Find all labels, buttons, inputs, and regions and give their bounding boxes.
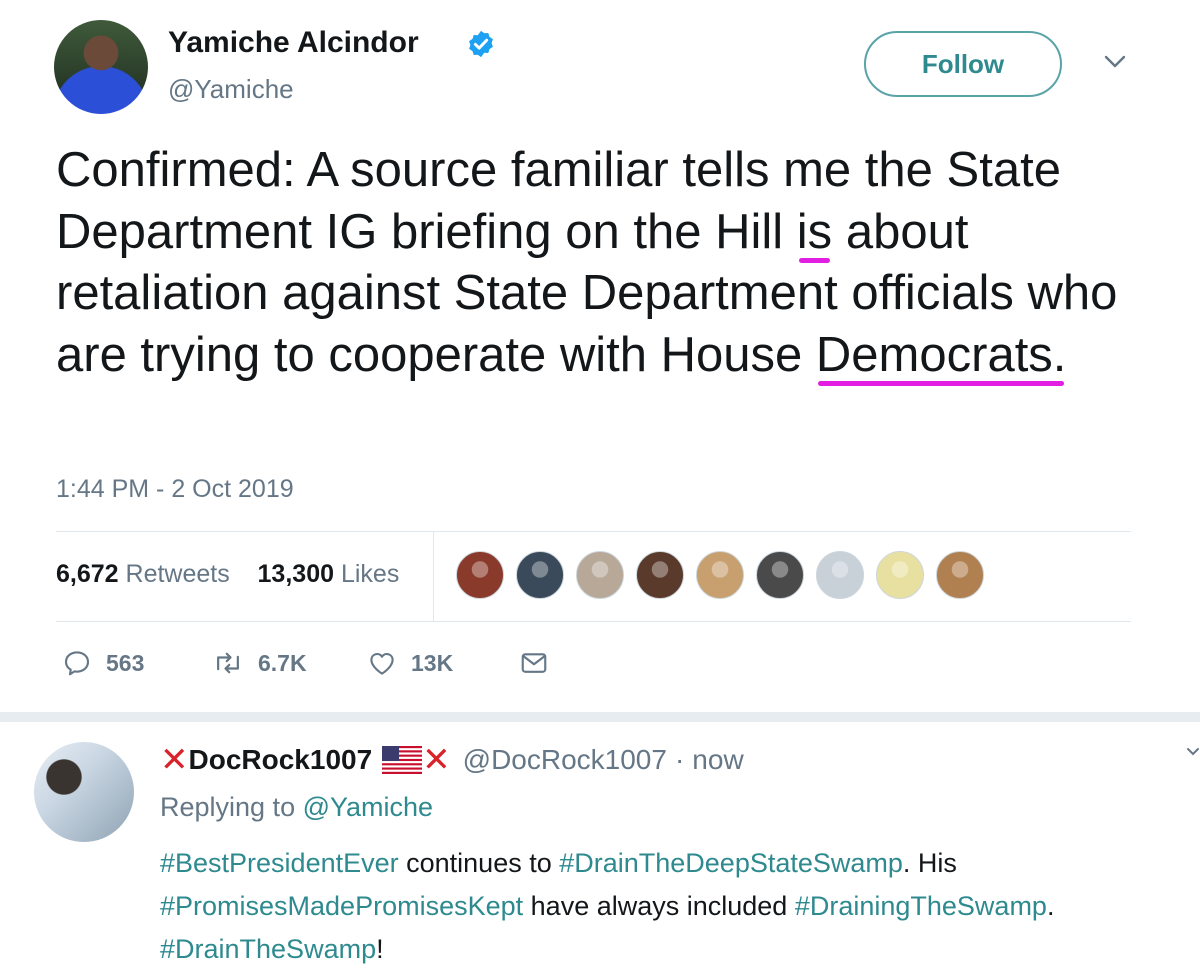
divider xyxy=(56,621,1131,622)
reply-text-segment: ! xyxy=(376,934,384,964)
author-avatar[interactable] xyxy=(54,20,148,114)
retweet-action[interactable]: 6.7K xyxy=(212,648,367,678)
liker-avatar[interactable] xyxy=(516,551,564,599)
reply-text-segment: have always included xyxy=(523,891,795,921)
reply-text-segment: continues to xyxy=(398,848,560,878)
likes-count: 13,300 xyxy=(257,560,334,588)
reply-icon xyxy=(64,651,90,676)
retweet-count: 6.7K xyxy=(258,649,307,676)
retweets-stat[interactable]: 6,672 Retweets xyxy=(56,560,230,588)
liker-avatar[interactable] xyxy=(816,551,864,599)
retweets-label: Retweets xyxy=(125,560,230,588)
liker-avatars xyxy=(456,551,984,601)
chevron-down-icon[interactable] xyxy=(1186,745,1200,759)
follow-button[interactable]: Follow xyxy=(864,31,1062,97)
author-name[interactable]: Yamiche Alcindor xyxy=(168,26,419,60)
red-x-icon: ✕ xyxy=(160,741,189,779)
heart-icon xyxy=(370,652,394,675)
hashtag-link[interactable]: #BestPresidentEver xyxy=(160,848,399,878)
hashtag-link[interactable]: #DrainTheDeepStateSwamp xyxy=(559,848,903,878)
like-action[interactable]: 13K xyxy=(367,648,519,678)
reply-author-avatar[interactable] xyxy=(34,742,134,842)
liker-avatar[interactable] xyxy=(756,551,804,599)
stats-divider xyxy=(433,531,434,621)
highlighted-text: Democrats. xyxy=(815,327,1067,382)
separator-dot: · xyxy=(674,744,685,775)
replying-to: Replying to @Yamiche xyxy=(160,792,433,823)
liker-avatar[interactable] xyxy=(936,551,984,599)
chevron-down-icon[interactable] xyxy=(1100,52,1130,72)
reply-author-name[interactable]: DocRock1007 xyxy=(189,744,373,776)
tweet-text-segment: on the Hill xyxy=(551,204,797,259)
retweet-icon xyxy=(217,652,239,674)
tweet-text: Confirmed: A source familiar tells me th… xyxy=(56,140,1146,386)
author-handle[interactable]: @Yamiche xyxy=(168,74,294,105)
reply-header: ✕ DocRock1007 ✕ @DocRock1007 · now xyxy=(160,740,744,780)
envelope-icon xyxy=(521,653,547,673)
reply-action[interactable]: 563 xyxy=(62,648,212,678)
tweet-text-segment: Confirmed: A source familiar tells me th… xyxy=(56,143,947,197)
liker-avatar[interactable] xyxy=(636,551,684,599)
highlighted-text: is xyxy=(796,204,833,259)
hashtag-link[interactable]: #DrainingTheSwamp xyxy=(795,891,1047,921)
engagement-stats: 6,672 Retweets 13,300 Likes xyxy=(56,560,399,589)
tweet-text-segment xyxy=(832,205,846,259)
section-separator xyxy=(0,712,1200,722)
replying-to-prefix: Replying to xyxy=(160,792,303,822)
reply-count: 563 xyxy=(106,649,145,676)
hashtag-link[interactable]: #PromisesMadePromisesKept xyxy=(160,891,523,921)
reply-author-handle[interactable]: @DocRock1007 xyxy=(463,744,667,776)
reply-time[interactable]: now xyxy=(692,744,743,776)
divider xyxy=(56,531,1131,532)
likes-label: Likes xyxy=(340,560,400,588)
retweets-count: 6,672 xyxy=(56,560,119,588)
hashtag-link[interactable]: #DrainTheSwamp xyxy=(160,934,376,964)
red-x-icon: ✕ xyxy=(422,741,451,779)
tweet-actions: 563 6.7K 13K xyxy=(62,648,549,678)
tweet-timestamp[interactable]: 1:44 PM - 2 Oct 2019 xyxy=(56,475,294,504)
liker-avatar[interactable] xyxy=(576,551,624,599)
like-count: 13K xyxy=(411,649,454,676)
replying-to-handle[interactable]: @Yamiche xyxy=(303,792,433,822)
verified-badge-icon xyxy=(469,30,493,58)
dm-action[interactable] xyxy=(519,648,549,678)
reply-text: #BestPresidentEver continues to #DrainTh… xyxy=(160,842,1170,971)
reply-text-segment: . His xyxy=(902,848,957,878)
liker-avatar[interactable] xyxy=(876,551,924,599)
us-flag-icon xyxy=(382,746,423,774)
likes-stat[interactable]: 13,300 Likes xyxy=(258,560,400,588)
reply-text-segment: . xyxy=(1046,891,1055,921)
liker-avatar[interactable] xyxy=(696,551,744,599)
liker-avatar[interactable] xyxy=(456,551,504,599)
